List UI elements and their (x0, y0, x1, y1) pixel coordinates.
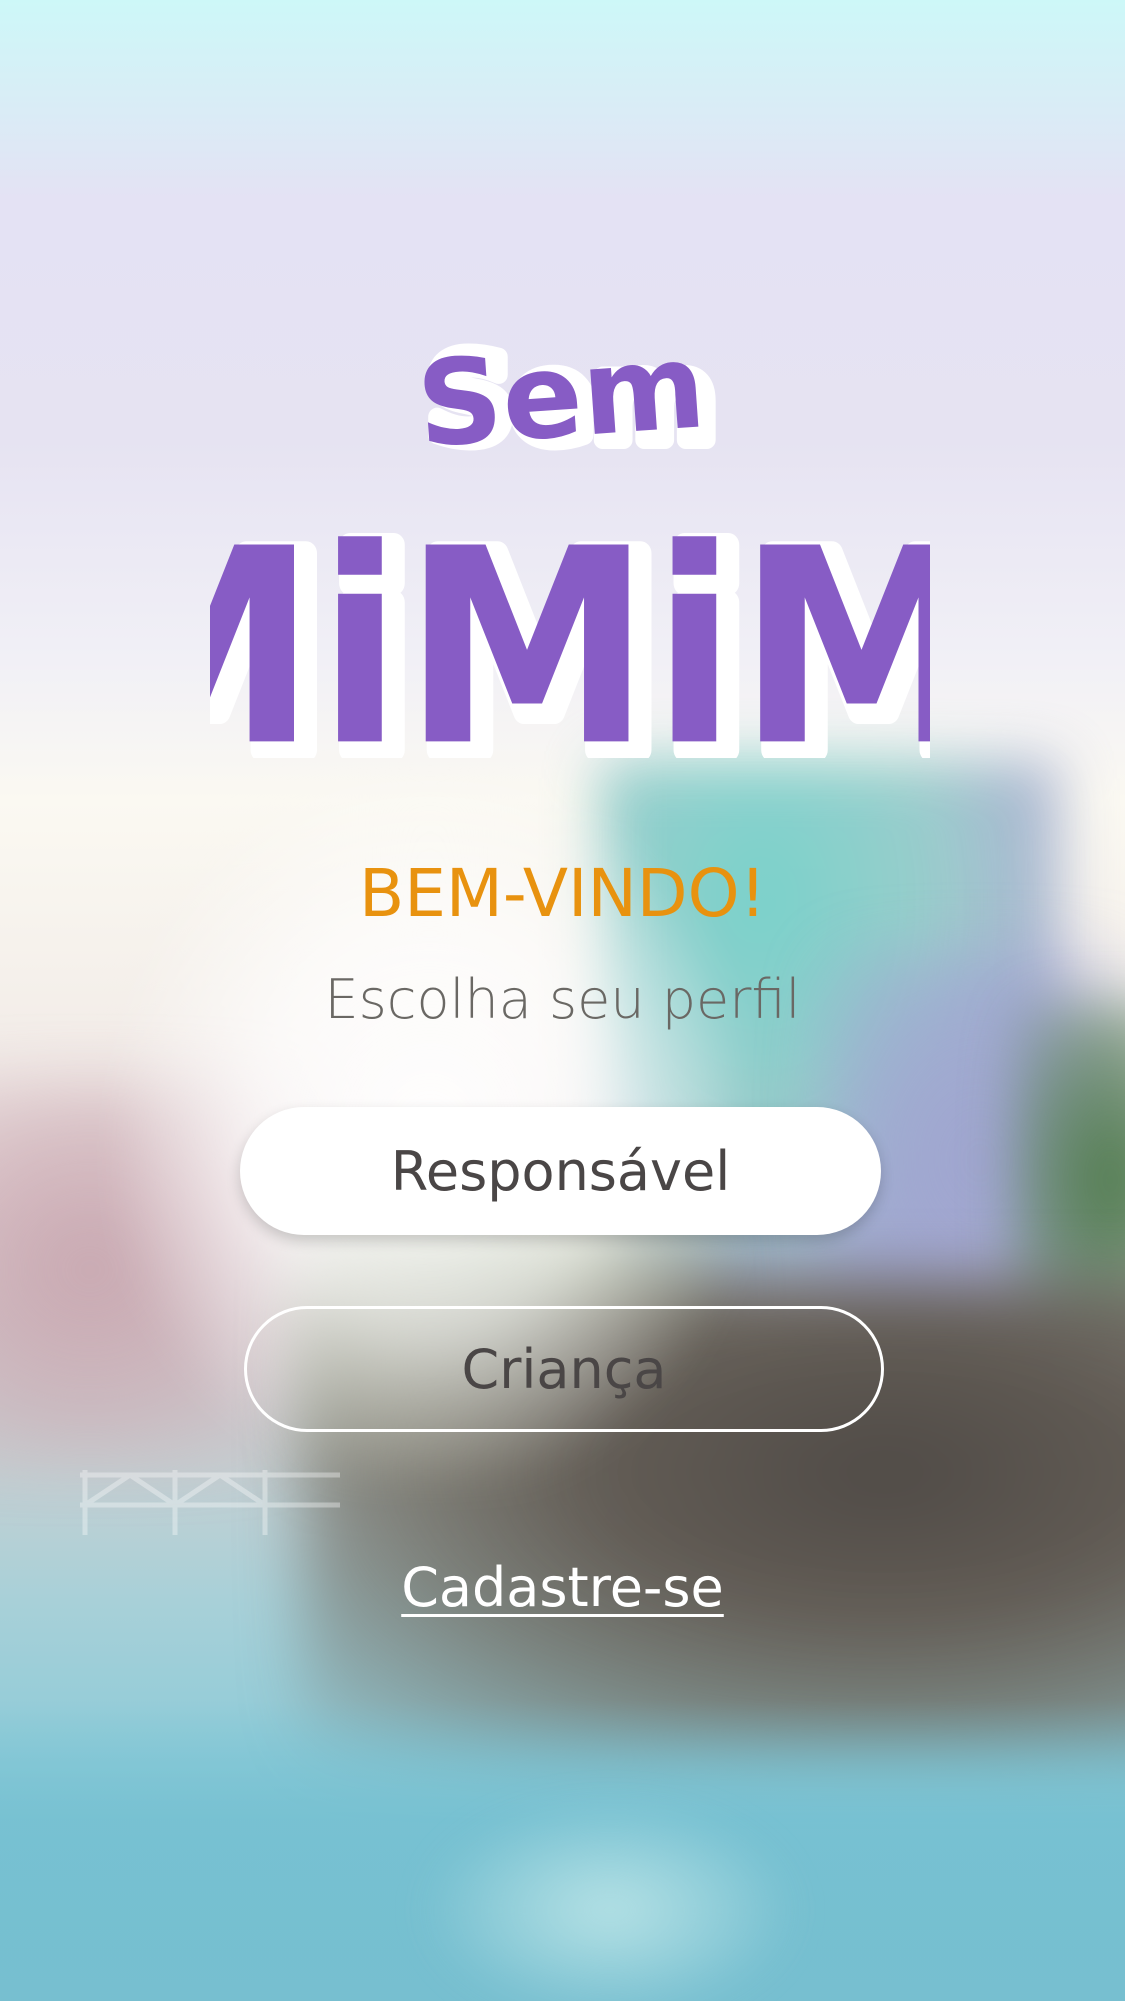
welcome-title: BEM-VINDO! (358, 855, 767, 932)
signup-link-container: Cadastre-se (0, 1556, 1125, 1619)
crianca-button[interactable]: Criança (244, 1306, 884, 1432)
background-water-reflection (420, 1800, 800, 2001)
app-logo: Sem Sem MiMiMi MiMiMi (210, 318, 930, 758)
responsavel-button-label: Responsável (390, 1139, 731, 1203)
responsavel-button[interactable]: Responsável (240, 1107, 881, 1235)
welcome-subtitle: Escolha seu perfil (324, 968, 801, 1031)
logo-sem-text: Sem (413, 318, 710, 474)
crianca-button-label: Criança (461, 1337, 667, 1401)
logo-mimimi-text: MiMiMi (210, 491, 930, 758)
signup-link[interactable]: Cadastre-se (401, 1556, 724, 1619)
